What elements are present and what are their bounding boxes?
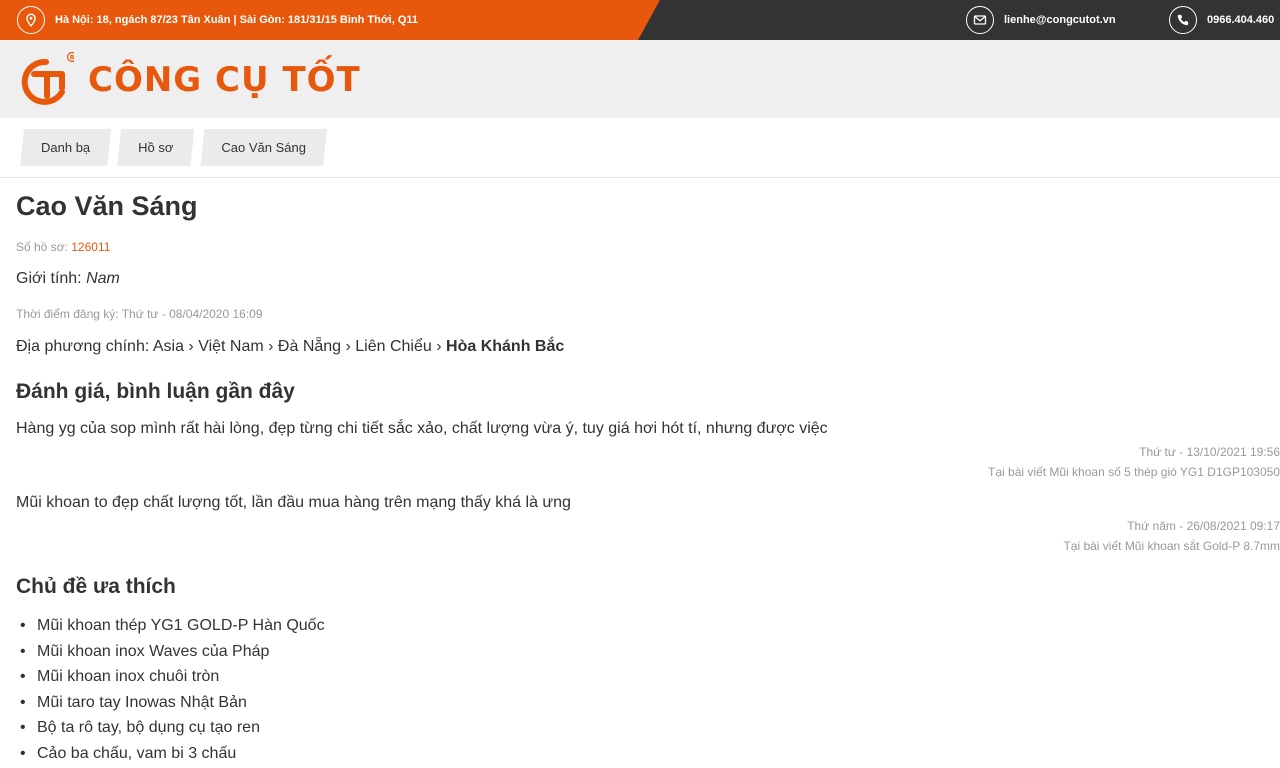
- location-row: Địa phương chính: Asia › Việt Nam › Đà N…: [16, 338, 564, 356]
- page-title: Cao Văn Sáng: [16, 191, 198, 221]
- address-info: Hà Nội: 18, ngách 87/23 Tân Xuân | Sài G…: [17, 0, 418, 40]
- topics-heading: Chủ đề ưa thích: [16, 575, 176, 598]
- topic-item[interactable]: Mũi taro tay Inowas Nhật Bản: [16, 690, 325, 716]
- email-info[interactable]: lienhe@congcutot.vn: [966, 0, 1116, 40]
- email-link[interactable]: lienhe@congcutot.vn: [1004, 14, 1116, 26]
- topic-item[interactable]: Mũi khoan inox chuôi tròn: [16, 664, 325, 690]
- address-text: Hà Nội: 18, ngách 87/23 Tân Xuân | Sài G…: [55, 14, 419, 26]
- profile-id-label: Số hồ sơ:: [16, 240, 68, 254]
- breadcrumb-item-directory[interactable]: Danh bạ: [20, 129, 111, 166]
- review-text: Mũi khoan to đẹp chất lượng tốt, lần đầu…: [16, 494, 571, 511]
- registered-time: Thời điểm đăng ký: Thứ tư - 08/04/2020 1…: [16, 307, 263, 321]
- topic-list: Mũi khoan thép YG1 GOLD-P Hàn Quốc Mũi k…: [16, 613, 325, 767]
- review-date: Thứ tư - 13/10/2021 19:56: [1139, 445, 1280, 459]
- logo-text: CÔNG CỤ TỐT: [88, 60, 361, 100]
- breadcrumb-item-profiles[interactable]: Hồ sơ: [117, 129, 194, 166]
- topic-item[interactable]: Mũi khoan inox Waves của Pháp: [16, 639, 325, 665]
- review-date: Thứ năm - 26/08/2021 09:17: [1127, 519, 1280, 533]
- breadcrumb: Danh bạ Hồ sơ Cao Văn Sáng: [20, 129, 333, 166]
- review-text: Hàng yg của sop mình rất hài lòng, đẹp t…: [16, 420, 828, 437]
- topic-item[interactable]: Mũi khoan thép YG1 GOLD-P Hàn Quốc: [16, 613, 325, 639]
- site-header: R CÔNG CỤ TỐT: [0, 40, 1280, 118]
- profile-content: Cao Văn Sáng Số hồ sơ: 126011 Giới tính:…: [16, 188, 1280, 766]
- profile-id-value: 126011: [71, 240, 111, 254]
- location-pin-icon: [17, 6, 45, 34]
- mail-icon: [966, 6, 994, 34]
- review-post-link[interactable]: Tại bài viết Mũi khoan số 5 thép gió YG1…: [988, 462, 1280, 482]
- location-last: Hòa Khánh Bắc: [446, 338, 565, 355]
- gender-label: Giới tính:: [16, 270, 82, 287]
- site-logo[interactable]: R CÔNG CỤ TỐT: [16, 50, 361, 110]
- review-meta: Thứ năm - 26/08/2021 09:17 Tại bài viết …: [1063, 516, 1280, 556]
- review-post-link[interactable]: Tại bài viết Mũi khoan sắt Gold-P 8.7mm: [1063, 536, 1280, 556]
- review-meta: Thứ tư - 13/10/2021 19:56 Tại bài viết M…: [988, 442, 1280, 482]
- gender-row: Giới tính: Nam: [16, 270, 120, 288]
- profile-id: Số hồ sơ: 126011: [16, 240, 110, 254]
- phone-info[interactable]: 0966.404.460: [1169, 0, 1274, 40]
- top-contact-bar: Hà Nội: 18, ngách 87/23 Tân Xuân | Sài G…: [0, 0, 1280, 40]
- phone-icon: [1169, 6, 1197, 34]
- breadcrumb-divider: [0, 177, 1280, 178]
- gender-value: Nam: [86, 270, 120, 287]
- reviews-heading: Đánh giá, bình luận gần đây: [16, 380, 295, 403]
- brand-logo-icon: R: [16, 50, 78, 110]
- topic-item[interactable]: Bộ ta rô tay, bộ dụng cụ tạo ren: [16, 715, 325, 741]
- topic-item[interactable]: Cảo ba chấu, vam bi 3 chấu: [16, 741, 325, 767]
- svg-text:R: R: [70, 54, 74, 61]
- location-path: Địa phương chính: Asia › Việt Nam › Đà N…: [16, 338, 442, 355]
- phone-link[interactable]: 0966.404.460: [1207, 14, 1274, 26]
- breadcrumb-item-current[interactable]: Cao Văn Sáng: [200, 129, 327, 166]
